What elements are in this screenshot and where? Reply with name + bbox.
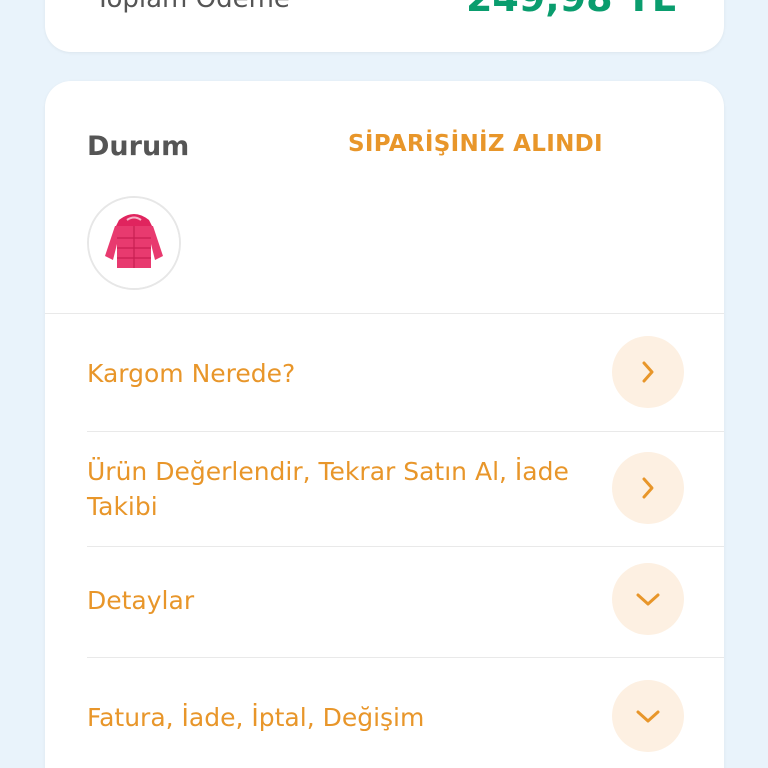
action-label: Ürün Değerlendir, Tekrar Satın Al, İade … (87, 457, 569, 521)
action-row-review-rebuy-return[interactable]: Ürün Değerlendir, Tekrar Satın Al, İade … (45, 432, 724, 546)
status-label: Durum (87, 131, 190, 162)
action-label: Fatura, İade, İptal, Değişim (87, 703, 425, 732)
chevron-right-icon[interactable] (612, 452, 684, 524)
action-label: Detaylar (87, 586, 195, 615)
chevron-right-icon[interactable] (612, 336, 684, 408)
payment-summary-card: Toplam Ödeme 249,98 TL (45, 0, 724, 52)
order-status-card: Durum SİPARİŞİNİZ ALINDI Kargom Nerede? (45, 81, 724, 768)
chevron-down-icon[interactable] (612, 563, 684, 635)
status-value: SİPARİŞİNİZ ALINDI (348, 131, 603, 157)
product-thumbnail[interactable] (87, 196, 181, 290)
action-row-details[interactable]: Detaylar (45, 547, 724, 657)
chevron-down-icon[interactable] (612, 680, 684, 752)
order-detail-page: Toplam Ödeme 249,98 TL Durum SİPARİŞİNİZ… (0, 0, 768, 768)
total-payment-value: 249,98 TL (466, 0, 676, 20)
pink-jacket-image (89, 198, 179, 288)
action-row-cargo[interactable]: Kargom Nerede? (45, 314, 724, 431)
total-payment-label: Toplam Ödeme (95, 0, 290, 14)
action-label: Kargom Nerede? (87, 359, 296, 388)
action-row-invoice-return-cancel-exchange[interactable]: Fatura, İade, İptal, Değişim (45, 658, 724, 768)
